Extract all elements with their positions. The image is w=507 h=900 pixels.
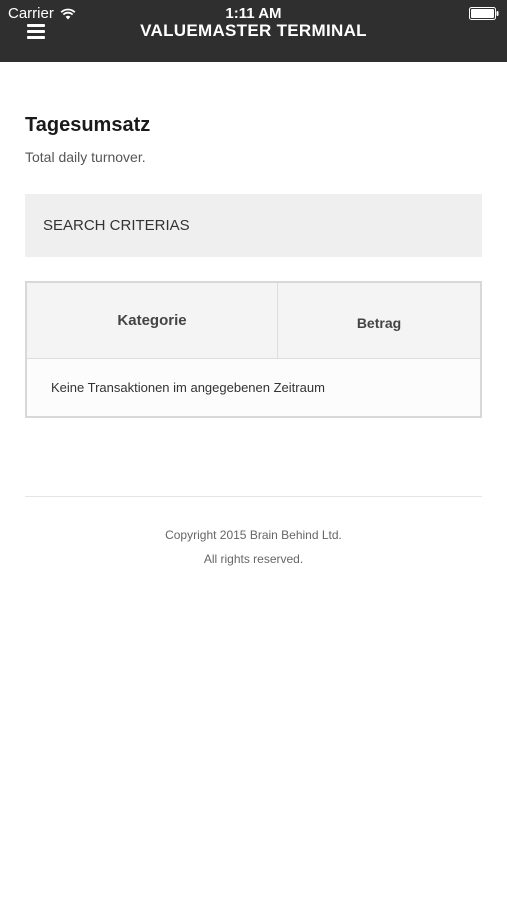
footer-rights: All rights reserved. <box>203 552 304 566</box>
footer-copyright: Copyright 2015 Brain Behind Ltd. <box>165 528 342 542</box>
app-title: VALUEMASTER TERMINAL <box>140 21 367 40</box>
status-bar-time: 1:11 AM <box>225 5 282 22</box>
search-criterias-label: SEARCH CRITERIAS <box>43 217 190 234</box>
table-header: Kategorie Betrag <box>27 283 480 359</box>
page-subtitle: Total daily turnover. <box>25 149 146 165</box>
column-header-kategorie[interactable]: Kategorie <box>27 283 278 358</box>
turnover-table: Kategorie Betrag Keine Transaktionen im … <box>25 281 482 418</box>
search-criterias-toggle[interactable]: SEARCH CRITERIAS <box>25 194 482 257</box>
column-header-betrag[interactable]: Betrag <box>278 283 480 358</box>
battery-icon <box>469 7 499 20</box>
table-empty-message: Keine Transaktionen im angegebenen Zeitr… <box>27 359 480 416</box>
footer-divider <box>25 496 482 497</box>
page-title: Tagesumsatz <box>25 114 151 136</box>
top-navigation-bar: Carrier 1:11 AM VALUEMASTER TERMINAL <box>0 0 507 62</box>
